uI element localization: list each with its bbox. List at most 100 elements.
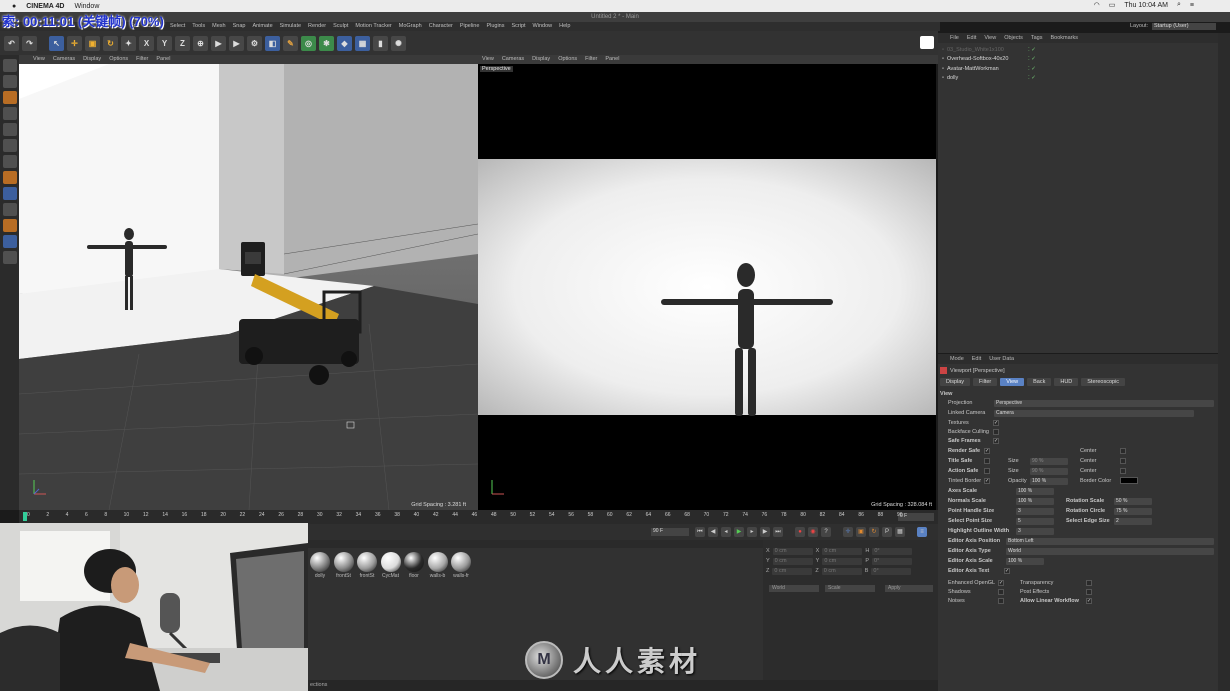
- coord-field[interactable]: 0 cm: [822, 558, 863, 565]
- tab-display[interactable]: Display: [940, 378, 971, 386]
- keyframe-selection-icon[interactable]: ?: [821, 527, 831, 537]
- action-safe-checkbox[interactable]: [984, 468, 990, 474]
- material-swatch[interactable]: CycMat: [380, 552, 401, 579]
- material-swatch[interactable]: floor: [404, 552, 424, 579]
- obj-menu-objects[interactable]: Objects: [1004, 33, 1023, 43]
- battery-icon[interactable]: ▭: [1109, 1, 1116, 9]
- scale-tool-icon[interactable]: ▣: [85, 35, 100, 51]
- vp-menu-options[interactable]: Options: [109, 55, 128, 64]
- border-color-swatch[interactable]: [1120, 477, 1138, 484]
- coord-field[interactable]: 0 cm: [822, 548, 863, 555]
- rotation-circle-field[interactable]: 75 %: [1114, 508, 1152, 515]
- tab-back[interactable]: Back: [1027, 378, 1052, 386]
- cloner-icon[interactable]: ✱: [319, 35, 334, 51]
- move-tool-icon[interactable]: ✛: [67, 35, 82, 51]
- safe-frames-checkbox[interactable]: ✓: [993, 438, 999, 444]
- action-safe-size-field[interactable]: 90 %: [1030, 468, 1068, 475]
- vp-menu-display[interactable]: Display: [83, 55, 101, 64]
- menu-item[interactable]: Sculpt: [333, 22, 348, 31]
- pen-icon[interactable]: ✎: [283, 35, 298, 51]
- apple-icon[interactable]: ●: [12, 3, 16, 10]
- texture-mode-icon[interactable]: [2, 91, 17, 104]
- coord-field[interactable]: 0 cm: [772, 568, 813, 575]
- attr-menu-userdata[interactable]: User Data: [989, 354, 1014, 364]
- vp-menu-cameras[interactable]: Cameras: [502, 55, 524, 64]
- menu-window[interactable]: Window: [74, 3, 99, 10]
- coord-field[interactable]: 0 cm: [772, 548, 813, 555]
- transparency-checkbox[interactable]: [1086, 580, 1092, 586]
- clock[interactable]: Thu 10:04 AM: [1124, 2, 1168, 9]
- tab-view[interactable]: View: [1000, 378, 1025, 386]
- world-select[interactable]: World: [769, 585, 819, 592]
- edges-mode-icon[interactable]: [2, 139, 17, 152]
- axis-z-button[interactable]: Z: [175, 35, 190, 51]
- tab-hud[interactable]: HUD: [1054, 378, 1079, 386]
- visibility-icon[interactable]: ⁚ ✓: [1028, 56, 1036, 62]
- obj-menu-file[interactable]: File: [950, 33, 959, 43]
- viewport-right[interactable]: Perspective Grid Spacing : 328.084 ft: [478, 64, 936, 510]
- coord-field[interactable]: 0°: [871, 568, 912, 575]
- material-swatch[interactable]: walls-b: [427, 552, 448, 579]
- viewport-left[interactable]: Grid Spacing : 3.281 ft: [19, 64, 478, 510]
- vp-menu-filter[interactable]: Filter: [585, 55, 597, 64]
- rotation-scale-field[interactable]: 50 %: [1114, 498, 1152, 505]
- layout-toggle-icon[interactable]: [920, 36, 934, 49]
- coord-field[interactable]: 0 cm: [821, 568, 862, 575]
- material-swatch[interactable]: dolly: [310, 552, 330, 579]
- tweak-mode-icon[interactable]: [2, 187, 17, 200]
- obj-menu-edit[interactable]: Edit: [967, 33, 976, 43]
- projection-select[interactable]: Perspective: [994, 400, 1214, 407]
- menu-item[interactable]: Simulate: [280, 22, 301, 31]
- visibility-icon[interactable]: ⁚ ✓: [1028, 66, 1036, 72]
- post-effects-checkbox[interactable]: [1086, 589, 1092, 595]
- light-icon[interactable]: ✺: [391, 35, 406, 51]
- axis-y-button[interactable]: Y: [157, 35, 172, 51]
- menu-item[interactable]: Character: [429, 22, 453, 31]
- center-checkbox-1[interactable]: [1120, 448, 1126, 454]
- obj-menu-tags[interactable]: Tags: [1031, 33, 1043, 43]
- render-view-icon[interactable]: ▶: [211, 35, 226, 51]
- key-scale-icon[interactable]: ▣: [856, 527, 866, 537]
- render-safe-checkbox[interactable]: ✓: [984, 448, 990, 454]
- shadows-checkbox[interactable]: [998, 589, 1004, 595]
- play-icon[interactable]: ▶: [734, 527, 744, 537]
- select-tool-icon[interactable]: ↖: [49, 35, 64, 51]
- scale-select[interactable]: Scale: [825, 585, 875, 592]
- select-edge-field[interactable]: 2: [1114, 518, 1152, 525]
- menu-item[interactable]: Animate: [252, 22, 272, 31]
- coord-system-icon[interactable]: ⊕: [193, 35, 208, 51]
- axis-mode-icon[interactable]: [2, 171, 17, 184]
- noises-checkbox[interactable]: [998, 598, 1004, 604]
- points-mode-icon[interactable]: [2, 123, 17, 136]
- vp-menu-panel[interactable]: Panel: [156, 55, 170, 64]
- polygons-mode-icon[interactable]: [2, 155, 17, 168]
- tinted-border-checkbox[interactable]: ✓: [984, 478, 990, 484]
- vp-menu-display[interactable]: Display: [532, 55, 550, 64]
- record-icon[interactable]: ●: [795, 527, 805, 537]
- rotate-tool-icon[interactable]: ↻: [103, 35, 118, 51]
- go-end-icon[interactable]: ⏭: [773, 527, 783, 537]
- coord-field[interactable]: 0°: [872, 558, 913, 565]
- vp-menu-cameras[interactable]: Cameras: [53, 55, 75, 64]
- vp-menu-view[interactable]: View: [482, 55, 494, 64]
- lock-workplane-icon[interactable]: [2, 235, 17, 248]
- layout-select[interactable]: Startup (User): [1152, 23, 1216, 30]
- tab-stereoscopic[interactable]: Stereoscopic: [1081, 378, 1126, 386]
- camera-icon[interactable]: ▮: [373, 35, 388, 51]
- apply-button[interactable]: Apply: [885, 585, 933, 592]
- object-row[interactable]: ▫ dolly ⁚ ✓: [938, 74, 1228, 84]
- go-start-icon[interactable]: ⏮: [695, 527, 705, 537]
- live-select-icon[interactable]: ✦: [121, 35, 136, 51]
- material-swatch[interactable]: frontSt: [333, 552, 354, 579]
- obj-menu-view[interactable]: View: [984, 33, 996, 43]
- object-row[interactable]: ▫ Avatar-MattWorkman ⁚ ✓: [938, 64, 1228, 74]
- textures-checkbox[interactable]: ✓: [993, 420, 999, 426]
- vp-menu-view[interactable]: View: [33, 55, 45, 64]
- menu-item[interactable]: Pipeline: [460, 22, 480, 31]
- timeline-menu-icon[interactable]: ≡: [917, 527, 927, 537]
- vp-menu-filter[interactable]: Filter: [136, 55, 148, 64]
- wifi-icon[interactable]: ◠: [1094, 1, 1100, 9]
- title-safe-size-field[interactable]: 90 %: [1030, 458, 1068, 465]
- highlight-field[interactable]: 3: [1016, 528, 1054, 535]
- menu-app-name[interactable]: CINEMA 4D: [26, 3, 64, 10]
